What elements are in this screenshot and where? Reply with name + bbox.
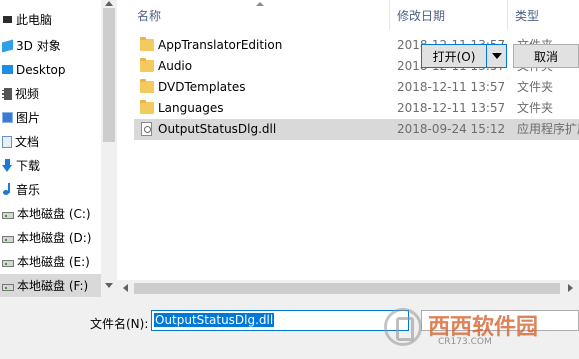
drive-icon xyxy=(2,235,14,243)
column-header-date[interactable]: 修改日期 xyxy=(397,0,507,30)
folder-icon xyxy=(140,37,154,51)
file-type: 文件夹 xyxy=(517,80,554,94)
file-row-selected[interactable]: OutputStatusDlg.dll 2018-09-24 15:12 应用程… xyxy=(134,119,579,140)
nav-item-music[interactable]: 音乐 xyxy=(0,178,101,201)
file-row[interactable]: DVDTemplates 2018-12-11 13:57 文件夹 xyxy=(134,77,579,98)
scroll-up-icon[interactable] xyxy=(105,1,113,6)
dll-file-icon xyxy=(141,122,152,136)
column-header-type[interactable]: 类型 xyxy=(515,0,579,30)
nav-item-drive-e[interactable]: 本地磁盘 (E:) xyxy=(0,250,101,273)
nav-item-label: 音乐 xyxy=(16,183,41,197)
column-header-name-label: 名称 xyxy=(137,8,162,23)
nav-item-label: 本地磁盘 (E:) xyxy=(17,255,90,269)
horizontal-scroll-thumb[interactable] xyxy=(134,283,560,294)
cancel-button[interactable]: 取消 xyxy=(513,44,579,68)
nav-item-drive-d[interactable]: 本地磁盘 (D:) xyxy=(0,226,101,249)
nav-item-label: 本地磁盘 (C:) xyxy=(17,207,91,221)
scroll-right-icon[interactable] xyxy=(568,284,573,292)
column-divider[interactable] xyxy=(389,0,390,30)
nav-item-this-pc[interactable]: 此电脑 xyxy=(0,8,101,31)
nav-item-videos[interactable]: 视频 xyxy=(0,82,101,105)
folder-icon xyxy=(140,100,154,114)
nav-item-label: 3D 对象 xyxy=(16,39,61,53)
file-open-dialog: 此电脑 3D 对象 Desktop 视频 图片 文档 下载 音乐 本地磁盘 (C… xyxy=(0,0,579,359)
horizontal-scrollbar[interactable] xyxy=(117,280,579,297)
nav-item-downloads[interactable]: 下载 xyxy=(0,154,101,177)
nav-item-3d-objects[interactable]: 3D 对象 xyxy=(0,34,101,57)
nav-item-label: 本地磁盘 (F:) xyxy=(17,279,89,293)
nav-item-documents[interactable]: 文档 xyxy=(0,130,101,153)
drive-icon xyxy=(2,259,14,267)
nav-item-label: 本地磁盘 (D:) xyxy=(17,231,92,245)
drive-icon xyxy=(2,211,14,219)
nav-item-label: 文档 xyxy=(15,135,40,149)
sort-ascending-icon xyxy=(256,2,264,6)
file-date: 2018-12-11 13:57 xyxy=(397,80,506,94)
nav-item-desktop[interactable]: Desktop xyxy=(0,58,101,81)
file-type: 文件夹 xyxy=(517,101,554,115)
file-type: 应用程序扩展 xyxy=(517,122,579,136)
file-name: AppTranslatorEdition xyxy=(158,38,283,52)
nav-scroll-thumb[interactable] xyxy=(103,8,115,142)
scroll-left-icon[interactable] xyxy=(123,284,128,292)
file-name: OutputStatusDlg.dll xyxy=(158,122,277,136)
filename-input[interactable]: OutputStatusDlg.dll xyxy=(151,310,409,331)
open-dropdown-button[interactable] xyxy=(487,44,507,68)
open-button-label: 打开(O) xyxy=(432,49,476,64)
file-name: Languages xyxy=(158,101,224,115)
file-date: 2018-09-24 15:12 xyxy=(397,122,506,136)
computer-icon xyxy=(2,15,13,24)
folder-icon xyxy=(140,58,154,72)
file-name: DVDTemplates xyxy=(158,80,246,94)
nav-item-label: 下载 xyxy=(16,159,41,173)
desktop-icon xyxy=(2,65,13,74)
documents-icon xyxy=(2,135,12,148)
column-divider[interactable] xyxy=(507,0,508,30)
nav-vertical-scrollbar[interactable] xyxy=(101,0,117,298)
nav-item-label: 视频 xyxy=(15,87,40,101)
folder-icon xyxy=(140,79,154,93)
filename-input-value: OutputStatusDlg.dll xyxy=(154,313,275,327)
column-header-type-label: 类型 xyxy=(515,8,540,23)
video-icon xyxy=(2,87,12,100)
file-row[interactable]: Languages 2018-12-11 13:57 文件夹 xyxy=(134,98,579,119)
scroll-down-icon[interactable] xyxy=(105,283,113,288)
column-header-date-label: 修改日期 xyxy=(397,8,446,23)
navigation-pane: 此电脑 3D 对象 Desktop 视频 图片 文档 下载 音乐 本地磁盘 (C… xyxy=(0,0,117,298)
watermark-url: CR173.COM xyxy=(438,337,492,347)
open-button[interactable]: 打开(O) xyxy=(421,44,487,68)
file-name: Audio xyxy=(158,59,193,73)
drive-icon xyxy=(2,283,14,291)
nav-item-drive-f[interactable]: 本地磁盘 (F:) xyxy=(0,274,101,297)
cancel-button-label: 取消 xyxy=(533,49,558,64)
nav-item-label: Desktop xyxy=(16,62,66,77)
watermark-logo-icon xyxy=(384,308,422,346)
nav-item-label: 图片 xyxy=(16,111,41,125)
nav-item-drive-c[interactable]: 本地磁盘 (C:) xyxy=(0,202,101,225)
music-icon xyxy=(2,183,13,196)
nav-item-pictures[interactable]: 图片 xyxy=(0,106,101,129)
nav-item-label: 此电脑 xyxy=(16,13,53,27)
pictures-icon xyxy=(2,112,13,123)
3d-objects-icon xyxy=(2,39,13,52)
filename-label: 文件名(N): xyxy=(90,317,149,331)
file-list: 名称 修改日期 类型 AppTranslatorEdition 2018-12-… xyxy=(117,0,579,280)
file-date: 2018-12-11 13:57 xyxy=(397,101,506,115)
downloads-icon xyxy=(2,159,13,172)
watermark: 西西软件园 CR173.COM xyxy=(384,306,564,352)
